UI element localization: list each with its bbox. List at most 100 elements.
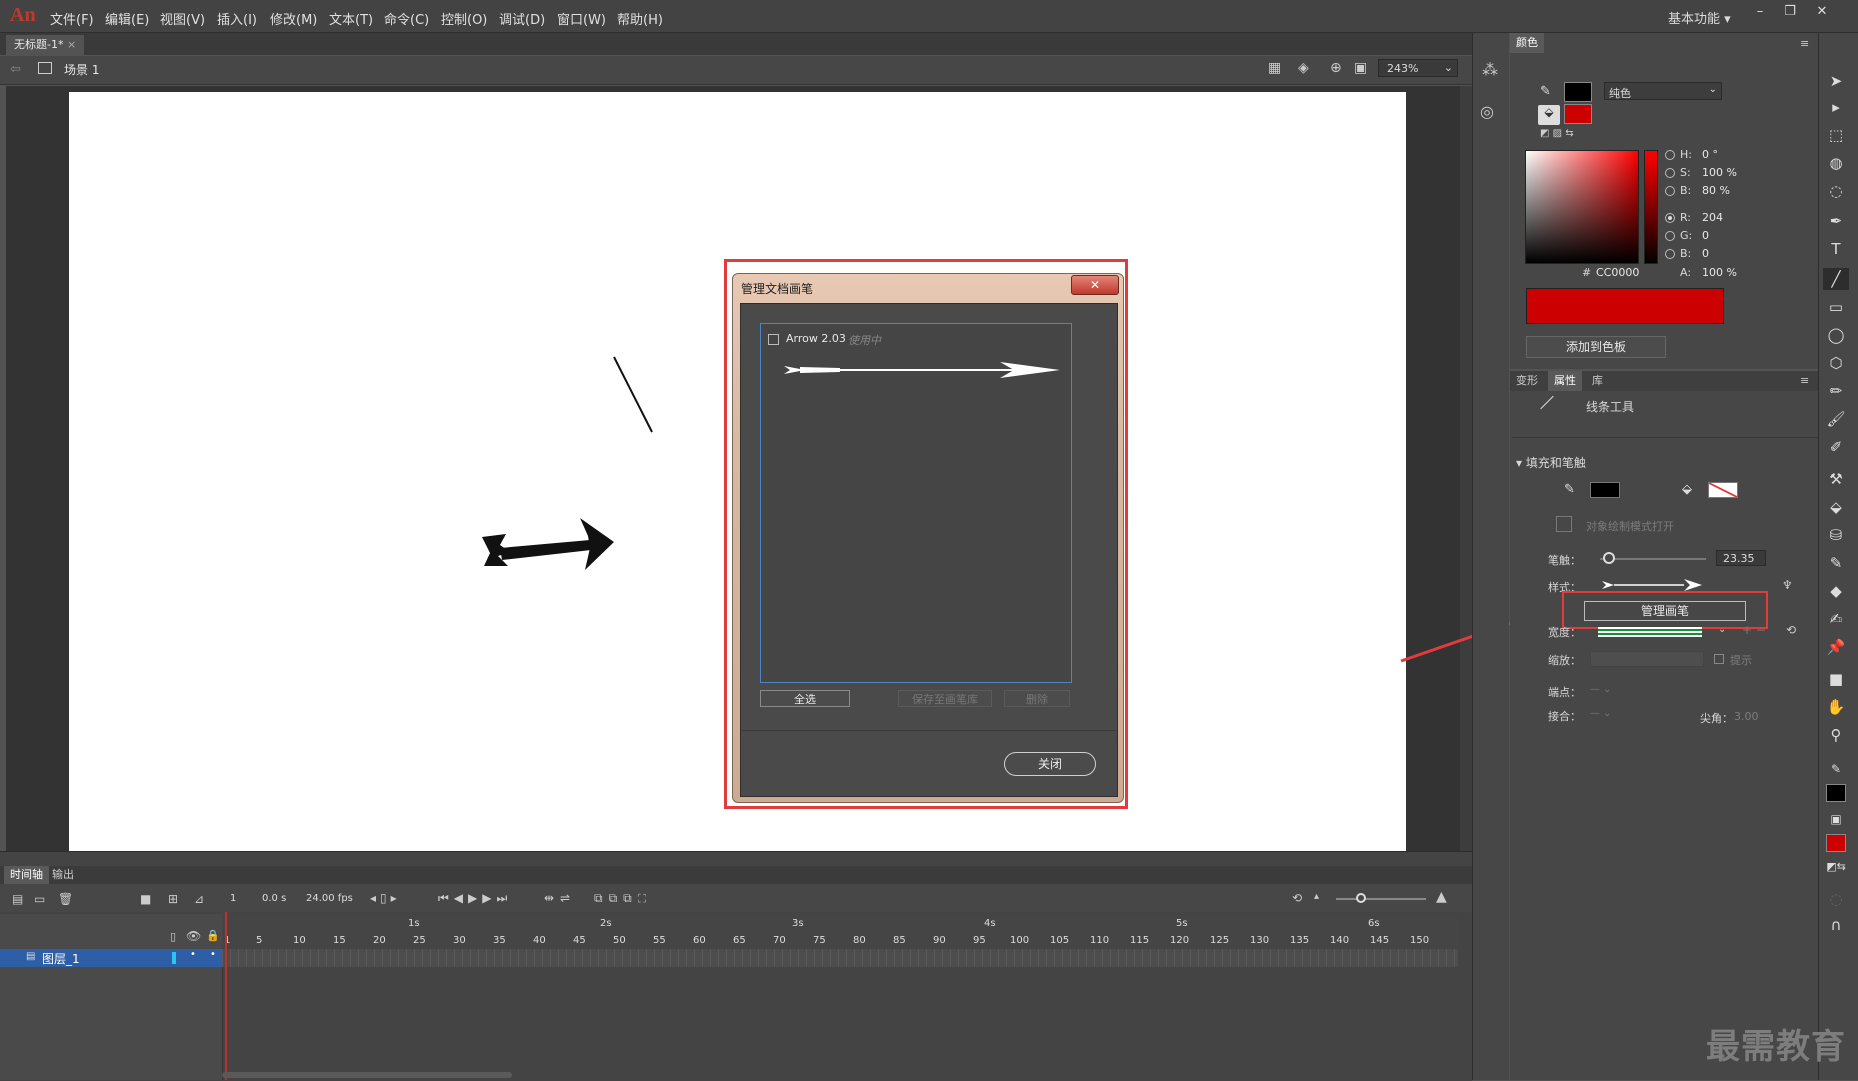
ink-bottle-icon[interactable]: ⛁ <box>1823 524 1849 546</box>
manage-brush-button[interactable]: 管理画笔 <box>1584 601 1746 621</box>
tab-timeline[interactable]: 时间轴 <box>4 866 49 884</box>
fill-color-swatch[interactable] <box>1564 104 1592 124</box>
text-tool-icon[interactable]: T <box>1823 238 1849 260</box>
b-value[interactable]: 80 % <box>1702 184 1730 197</box>
timeline-hscrollbar[interactable] <box>222 1072 512 1078</box>
selection-tool-icon[interactable]: ➤ <box>1823 70 1849 92</box>
timeline-zoom-thumb[interactable] <box>1356 893 1366 903</box>
current-time[interactable]: 0.0 s <box>262 893 286 904</box>
tab-properties[interactable]: 属性 <box>1548 371 1582 391</box>
tab-library[interactable]: 库 <box>1586 371 1609 391</box>
delete-brush-button[interactable]: 删除 <box>1004 690 1070 707</box>
join-select[interactable]: — ⌄ <box>1590 708 1612 719</box>
new-layer-icon[interactable]: ▤ <box>12 892 23 906</box>
brush-tool-icon[interactable]: ✐ <box>1823 436 1849 458</box>
lock-icon[interactable]: 🔒 <box>206 929 220 942</box>
tab-output[interactable]: 输出 <box>46 866 80 884</box>
lasso-icon[interactable]: ◌ <box>1823 180 1849 202</box>
pin-tool-icon[interactable]: 📌 <box>1823 636 1849 658</box>
object-drawing-icon[interactable] <box>1556 516 1572 532</box>
lock-dot[interactable]: • <box>210 949 216 960</box>
width-tool-icon[interactable]: ✍ <box>1823 608 1849 630</box>
b-radio[interactable] <box>1665 186 1675 196</box>
3d-rotation-icon[interactable]: ◍ <box>1823 152 1849 174</box>
loop-icons[interactable]: ⇹⇌ <box>544 891 576 905</box>
swap-colors-icon[interactable]: ◩ ▨ ⇆ <box>1540 128 1574 139</box>
h-radio[interactable] <box>1665 150 1675 160</box>
brightness-slider[interactable] <box>1644 150 1658 264</box>
stroke-input[interactable]: 23.35 <box>1716 550 1766 566</box>
new-folder-icon[interactable]: ▭ <box>34 892 45 906</box>
tools-fill-swatch[interactable] <box>1826 834 1846 852</box>
onion-skin-icons[interactable]: ⧉⧉⧉⛶ <box>594 891 652 906</box>
playback-controls[interactable]: ⏮◀▶▶⏭ <box>438 891 512 906</box>
r-radio[interactable] <box>1665 213 1675 223</box>
panel-menu-icon[interactable]: ≡ <box>1800 374 1809 387</box>
snap-magnet-icon[interactable]: ∩ <box>1823 914 1849 936</box>
playhead[interactable] <box>225 912 227 1080</box>
graph-icon[interactable]: ⊿ <box>194 892 204 906</box>
bone-tool-icon[interactable]: ⚒ <box>1823 468 1849 490</box>
h-value[interactable]: 0 ° <box>1702 148 1718 161</box>
stroke-slider-thumb[interactable] <box>1603 552 1615 564</box>
stroke-slider[interactable] <box>1600 558 1706 560</box>
reset-icon[interactable]: ⟲ <box>1786 623 1796 637</box>
current-frame[interactable]: 1 <box>230 893 236 904</box>
camera-tool-icon[interactable]: ■ <box>1823 668 1849 690</box>
polystar-tool-icon[interactable]: ⬡ <box>1823 352 1849 374</box>
fill-swatch-none[interactable] <box>1708 482 1738 498</box>
tools-stroke-swatch[interactable] <box>1826 784 1846 802</box>
line-tool-icon[interactable]: ╱ <box>1823 268 1849 290</box>
style-preview-arrow[interactable] <box>1600 578 1740 592</box>
line-shape[interactable] <box>613 356 653 433</box>
frame-rate[interactable]: 24.00 fps <box>306 893 353 904</box>
camera-icon[interactable]: ■ <box>140 892 151 906</box>
paint-bucket-icon[interactable]: ⬙ <box>1823 496 1849 518</box>
s-radio[interactable] <box>1665 168 1675 178</box>
reset-zoom-icon[interactable]: ⟲ <box>1292 891 1302 905</box>
alpha-value[interactable]: 100 % <box>1702 266 1737 279</box>
chevron-down-icon[interactable]: ⌄ <box>1718 624 1726 635</box>
scale-select[interactable] <box>1590 651 1704 667</box>
hand-tool-icon[interactable]: ✋ <box>1823 696 1849 718</box>
pencil-tool-icon[interactable]: ✏ <box>1823 380 1849 402</box>
stroke-swatch[interactable] <box>1590 482 1620 498</box>
paint-brush-icon[interactable]: 🖌 <box>1823 408 1849 430</box>
fill-stroke-section[interactable]: ▾ 填充和笔触 <box>1516 454 1586 471</box>
frame-nav-icons[interactable]: ◂▯▸ <box>370 891 401 905</box>
blue-radio[interactable] <box>1665 249 1675 259</box>
hint-checkbox[interactable] <box>1714 654 1724 664</box>
miter-value[interactable]: 3.00 <box>1734 710 1759 723</box>
dialog-close-x-button[interactable]: ✕ <box>1071 275 1119 295</box>
g-value[interactable]: 0 <box>1702 229 1709 242</box>
s-value[interactable]: 100 % <box>1702 166 1737 179</box>
swap-colors-icon[interactable]: ◩⇆ <box>1823 856 1849 878</box>
cap-select[interactable]: — ⌄ <box>1590 684 1612 695</box>
arrow-shape[interactable] <box>482 518 614 570</box>
panel-menu-icon[interactable]: ≡ <box>1800 37 1809 50</box>
free-transform-icon[interactable]: ⬚ <box>1823 124 1849 146</box>
add-to-swatches-button[interactable]: 添加到色板 <box>1526 336 1666 358</box>
subselection-tool-icon[interactable]: ▸ <box>1823 96 1849 118</box>
rectangle-tool-icon[interactable]: ▭ <box>1823 296 1849 318</box>
fill-type-select[interactable]: 纯色 ⌄ <box>1604 82 1722 100</box>
dialog-close-button[interactable]: 关闭 <box>1004 752 1096 776</box>
save-to-library-button[interactable]: 保存至画笔库 <box>898 690 992 707</box>
stroke-color-swatch[interactable] <box>1564 82 1592 102</box>
pen-tool-icon[interactable]: ✒ <box>1823 210 1849 232</box>
layer-name[interactable]: 图层_1 <box>42 950 80 967</box>
r-value[interactable]: 204 <box>1702 211 1723 224</box>
layer-parenting-icon[interactable]: ⊞ <box>168 892 178 906</box>
brush-checkbox[interactable] <box>768 334 779 345</box>
eye-icon[interactable]: 👁 <box>186 929 201 943</box>
blue-value[interactable]: 0 <box>1702 247 1709 260</box>
hex-value[interactable]: CC0000 <box>1596 266 1639 279</box>
width-profile-select[interactable] <box>1598 627 1702 637</box>
visibility-dot[interactable]: • <box>190 949 196 960</box>
eyedropper-icon[interactable]: ✎ <box>1823 552 1849 574</box>
timeline-zoom-slider[interactable] <box>1336 898 1426 900</box>
delete-layer-icon[interactable]: 🗑 <box>58 892 73 906</box>
zoom-in-icon[interactable]: ▲ <box>1436 889 1447 905</box>
color-panel-icon[interactable]: ⁂ <box>1482 60 1498 79</box>
add-width-icon[interactable]: + − <box>1742 623 1766 637</box>
